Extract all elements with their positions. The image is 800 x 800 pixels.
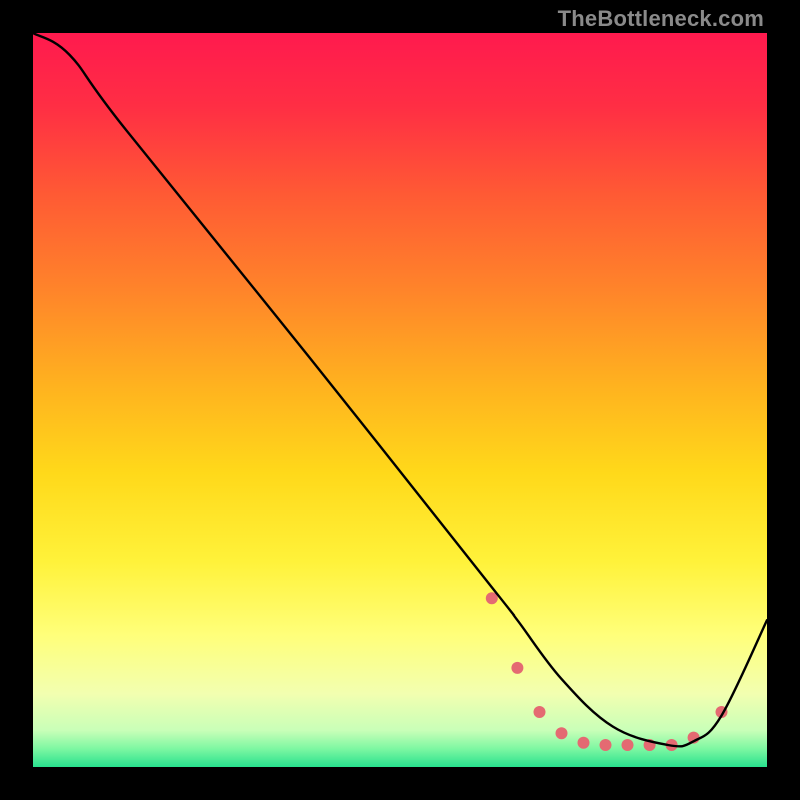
marker-dot bbox=[511, 662, 523, 674]
marker-dot bbox=[600, 739, 612, 751]
marker-dot bbox=[578, 737, 590, 749]
curve-layer bbox=[33, 33, 767, 767]
bottleneck-curve bbox=[33, 33, 767, 746]
marker-dot bbox=[534, 706, 546, 718]
plot-area bbox=[33, 33, 767, 767]
marker-dot bbox=[556, 727, 568, 739]
watermark-text: TheBottleneck.com bbox=[558, 6, 764, 32]
chart-frame: TheBottleneck.com bbox=[0, 0, 800, 800]
marker-dots bbox=[486, 592, 728, 751]
marker-dot bbox=[622, 739, 634, 751]
